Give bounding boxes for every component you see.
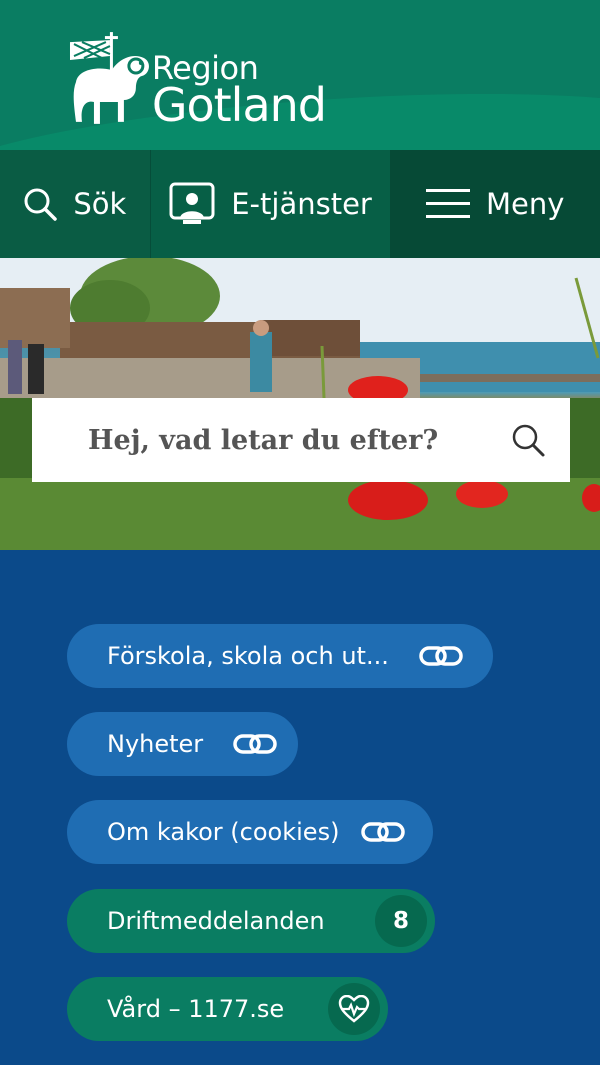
ram-logo-icon [69,32,149,124]
hero-search-placeholder: Hej, vad letar du efter? [88,424,439,456]
main-navbar: Sök E-tjänster Meny [0,150,600,258]
nav-search-label: Sök [73,187,127,221]
hero-banner: Hej, vad letar du efter? [0,258,600,550]
logo-text-gotland: Gotland [151,78,327,132]
quicklink-label: Driftmeddelanden [107,907,325,935]
link-icon [419,645,463,667]
quicklink-label: Nyheter [107,730,204,758]
nav-eservices-label: E-tjänster [231,187,372,221]
nav-menu-label: Meny [485,187,565,221]
quicklinks-section: Förskola, skola och ut... Nyheter Om kak… [0,550,600,1065]
hamburger-menu-icon [425,189,470,218]
heart-pulse-icon [328,983,380,1035]
nav-search-button[interactable]: Sök [0,150,150,258]
quicklink-label: Vård – 1177.se [107,995,285,1023]
site-logo[interactable]: Region Gotland [66,30,327,132]
search-icon[interactable] [510,422,546,458]
quicklink-label: Förskola, skola och ut... [107,642,389,670]
quicklink-vard-1177[interactable]: Vård – 1177.se [67,977,388,1041]
quicklink-driftmeddelanden[interactable]: Driftmeddelanden 8 [67,889,435,953]
nav-eservices-button[interactable]: E-tjänster [149,150,391,258]
search-icon [24,188,58,221]
quicklink-nyheter[interactable]: Nyheter [67,712,298,776]
hero-search-field[interactable]: Hej, vad letar du efter? [32,398,570,482]
link-icon [233,733,277,755]
quicklink-label: Om kakor (cookies) [107,818,340,846]
site-header: Region Gotland [0,0,600,150]
eservices-user-icon [169,182,215,224]
nav-menu-button[interactable]: Meny [390,150,600,258]
notification-count-badge: 8 [375,895,427,947]
quicklink-forskola[interactable]: Förskola, skola och ut... [67,624,493,688]
link-icon [361,821,406,843]
quicklink-om-kakor[interactable]: Om kakor (cookies) [67,800,433,864]
